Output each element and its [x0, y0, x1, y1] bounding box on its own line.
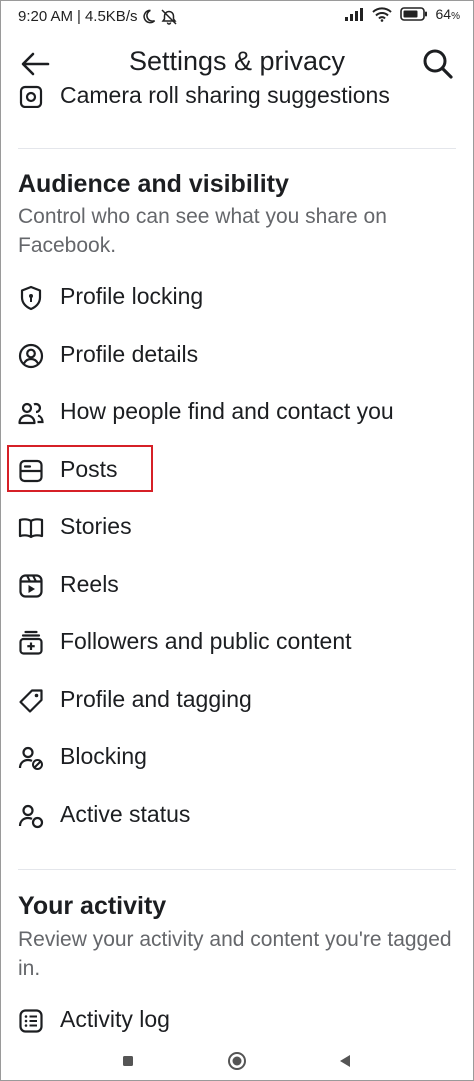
tag-icon: [17, 687, 45, 715]
item-label: Followers and public content: [60, 628, 352, 654]
person-block-icon: [17, 744, 45, 772]
section-title-audience: Audience and visibility: [18, 170, 289, 198]
item-label: How people find and contact you: [60, 398, 394, 424]
activity-log-icon: [17, 1007, 45, 1035]
search-button[interactable]: [420, 46, 456, 82]
battery-icon: [399, 7, 428, 21]
camera-roll-icon: [17, 83, 45, 108]
followers-icon: [17, 629, 45, 657]
people-contact-icon: [17, 399, 45, 427]
wifi-icon: [371, 6, 392, 22]
battery-level: 64%: [435, 6, 460, 22]
person-status-icon: [17, 802, 45, 830]
settings-item-reels[interactable]: Reels: [0, 561, 474, 611]
settings-item-stories[interactable]: Stories: [0, 503, 474, 553]
item-label: Activity log: [60, 1006, 170, 1032]
back-nav-button[interactable]: [334, 1050, 356, 1072]
settings-item-profile-details[interactable]: Profile details: [0, 331, 474, 381]
item-label: Camera roll sharing suggestions: [60, 82, 390, 108]
settings-item-active-status[interactable]: Active status: [0, 791, 474, 841]
system-nav-bar: [0, 1040, 474, 1080]
section-title-activity: Your activity: [18, 892, 167, 920]
status-left: 9:20 AM | 4.5KB/s: [18, 8, 178, 25]
moon-icon: [141, 9, 156, 24]
divider: [18, 869, 456, 870]
item-label: Profile locking: [60, 283, 204, 309]
settings-item-find-contact[interactable]: How people find and contact you: [0, 388, 474, 438]
book-icon: [17, 514, 45, 542]
item-label: Profile details: [60, 341, 199, 367]
item-label: Blocking: [60, 743, 147, 769]
alarm-muted-icon: [160, 8, 178, 25]
profile-circle-icon: [17, 342, 45, 370]
section-description-audience: Control who can see what you share on Fa…: [18, 205, 387, 257]
item-label: Stories: [60, 513, 132, 539]
status-separator: |: [77, 8, 81, 25]
status-time: 9:20 AM: [18, 8, 74, 25]
triangle-left-icon: [340, 1055, 350, 1067]
home-button[interactable]: [226, 1050, 248, 1072]
circle-icon: [228, 1052, 246, 1070]
section-description-activity: Review your activity and content you're …: [18, 928, 452, 980]
recents-button[interactable]: [117, 1050, 139, 1072]
highlight-box: [7, 445, 153, 492]
settings-item-profile-locking[interactable]: Profile locking: [0, 273, 474, 323]
search-icon: [423, 49, 453, 79]
settings-item-activity-log[interactable]: Activity log: [0, 996, 474, 1046]
reels-icon: [17, 572, 45, 600]
network-speed: 4.5KB/s: [84, 8, 138, 25]
item-label: Profile and tagging: [60, 686, 252, 712]
settings-item-camera-roll[interactable]: Camera roll sharing suggestions: [0, 80, 474, 108]
divider: [18, 148, 456, 149]
status-right: 64%: [344, 6, 460, 22]
square-icon: [123, 1056, 133, 1066]
signal-icon: [344, 7, 364, 21]
settings-item-followers[interactable]: Followers and public content: [0, 618, 474, 668]
settings-item-profile-tagging[interactable]: Profile and tagging: [0, 676, 474, 726]
status-bar: 9:20 AM | 4.5KB/s 64%: [0, 0, 474, 38]
item-label: Active status: [60, 801, 191, 827]
shield-lock-icon: [17, 284, 45, 312]
page-title: Settings & privacy: [128, 46, 346, 76]
item-label: Reels: [60, 571, 119, 597]
settings-item-blocking[interactable]: Blocking: [0, 733, 474, 783]
